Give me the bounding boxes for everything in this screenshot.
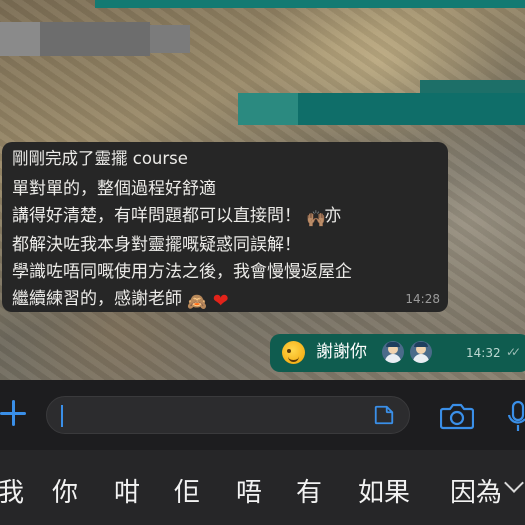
candidate-word[interactable]: 我 bbox=[0, 472, 24, 509]
message-timestamp: 14:32 bbox=[466, 346, 501, 360]
candidate-word[interactable]: 咁 bbox=[114, 472, 140, 509]
candidate-word[interactable]: 你 bbox=[52, 472, 78, 509]
outgoing-message-bubble[interactable]: 謝謝你 14:32 ✓✓ bbox=[270, 334, 525, 372]
message-line-text: 講得好清楚，有咩問題都可以直接問！ bbox=[12, 206, 301, 226]
redacted-message-part bbox=[0, 22, 40, 56]
candidate-word[interactable]: 如果 bbox=[358, 472, 410, 509]
redacted-message-part bbox=[420, 80, 525, 94]
message-line: 都解決咗我本身對靈擺嘅疑惑同誤解！ bbox=[12, 235, 301, 255]
camera-icon[interactable] bbox=[440, 402, 474, 430]
police-officer-icon bbox=[382, 341, 404, 363]
see-no-evil-monkey-icon: 🙈 bbox=[187, 292, 208, 311]
message-input[interactable] bbox=[46, 396, 410, 434]
raised-hands-icon: 🙌🏽 bbox=[306, 209, 326, 228]
incoming-message-bubble[interactable]: 剛剛完成了靈擺 course 單對單的，整個過程好舒適 講得好清楚，有咩問題都可… bbox=[2, 142, 448, 312]
redacted-message-part bbox=[238, 93, 298, 125]
message-title: 剛剛完成了靈擺 course bbox=[12, 149, 188, 168]
message-line: 繼續練習的，感謝老師 🙈 ❤ bbox=[12, 286, 438, 315]
winking-face-icon bbox=[282, 341, 305, 364]
candidate-word[interactable]: 佢 bbox=[174, 472, 200, 509]
message-input-bar bbox=[0, 380, 525, 450]
text-caret bbox=[61, 405, 63, 427]
redacted-message-part bbox=[150, 25, 190, 53]
candidate-word[interactable]: 唔 bbox=[236, 472, 262, 509]
redacted-message-edge bbox=[95, 0, 525, 8]
candidate-word[interactable]: 有 bbox=[296, 472, 322, 509]
candidate-word[interactable]: 因為 bbox=[450, 472, 500, 509]
message-line-text: 繼續練習的，感謝老師 bbox=[12, 289, 182, 309]
message-line-tail: 亦 bbox=[324, 206, 342, 226]
message-line: 單對單的，整個過程好舒適 bbox=[12, 179, 216, 199]
message-timestamp: 14:28 bbox=[405, 292, 440, 306]
outgoing-message-text: 謝謝你 bbox=[316, 342, 367, 362]
read-receipt-icon: ✓✓ bbox=[506, 345, 521, 359]
heart-icon: ❤ bbox=[212, 290, 229, 312]
plus-icon[interactable] bbox=[0, 400, 26, 426]
microphone-icon[interactable] bbox=[505, 400, 525, 432]
sticker-icon[interactable] bbox=[373, 404, 395, 426]
message-line: 講得好清楚，有咩問題都可以直接問！ 🙌🏽亦 bbox=[12, 203, 438, 232]
message-line: 學識咗唔同嘅使用方法之後，我會慢慢返屋企 bbox=[12, 262, 352, 282]
police-officer-icon bbox=[410, 341, 432, 363]
chevron-down-icon[interactable] bbox=[504, 473, 524, 493]
candidate-bar: 我 你 咁 佢 唔 有 如果 因為 bbox=[0, 468, 525, 508]
keyboard: 我 你 咁 佢 唔 有 如果 因為 bbox=[0, 450, 525, 525]
